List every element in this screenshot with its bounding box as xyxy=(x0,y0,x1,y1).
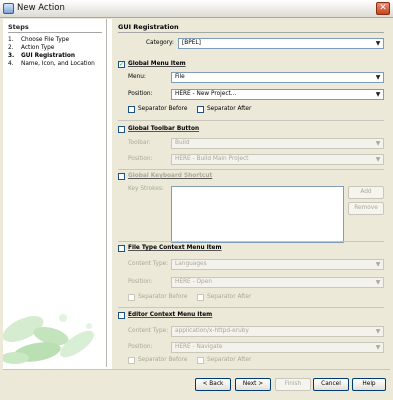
help-button[interactable]: Help xyxy=(352,378,386,391)
content-type-value: Languages xyxy=(175,261,207,267)
checkbox-box[interactable] xyxy=(128,294,135,301)
group-divider xyxy=(118,307,384,308)
editor-content-type-combo[interactable]: application/x-httpd-eruby ▼ xyxy=(171,326,384,337)
separator-after-label: Separator After xyxy=(207,357,252,363)
chevron-down-icon[interactable]: ▼ xyxy=(373,327,383,336)
checkbox-box[interactable]: ✓ xyxy=(118,61,125,68)
position-value: HERE - New Project... xyxy=(175,91,237,97)
step-number: 4. xyxy=(8,61,14,67)
editor-position-combo[interactable]: HERE - Navigate ▼ xyxy=(171,342,384,353)
app-icon xyxy=(3,3,14,14)
steps-panel: Steps 1. Choose File Type 2. Action Type 3… xyxy=(3,19,107,367)
step-item: 1. Choose File Type xyxy=(8,37,95,45)
position-label: Position: xyxy=(128,344,153,350)
steps-list: 1. Choose File Type 2. Action Type 3. GUI R… xyxy=(8,37,95,69)
checkbox-box[interactable] xyxy=(197,357,204,364)
file-type-content-type-combo[interactable]: Languages ▼ xyxy=(171,259,384,270)
step-item: 4. Name, Icon, and Location xyxy=(8,61,95,69)
separator-before-label: Separator Before xyxy=(138,106,188,112)
content-type-value: application/x-httpd-eruby xyxy=(175,328,249,334)
checkbox-box[interactable] xyxy=(128,106,135,113)
step-number: 2. xyxy=(8,45,14,51)
chevron-down-icon[interactable]: ▼ xyxy=(373,90,383,99)
remove-button[interactable]: Remove xyxy=(348,202,384,215)
step-item-current: 3. GUI Registration xyxy=(8,53,95,61)
add-button[interactable]: Add xyxy=(348,186,384,199)
group-divider xyxy=(118,169,384,170)
separator-before-label: Separator Before xyxy=(138,357,188,363)
key-strokes-field[interactable] xyxy=(171,186,344,243)
separator-after-label: Separator After xyxy=(207,106,252,112)
position-value: HERE - Open xyxy=(175,279,212,285)
file-type-context-menu-label: File Type Context Menu Item xyxy=(128,245,222,251)
separator-after-label: Separator After xyxy=(207,294,252,300)
chevron-down-icon[interactable]: ▼ xyxy=(373,260,383,269)
category-combo[interactable]: [BPEL] ▼ xyxy=(178,38,384,49)
step-label: Action Type xyxy=(21,45,55,51)
chevron-down-icon[interactable]: ▼ xyxy=(373,278,383,287)
steps-divider xyxy=(8,32,102,33)
toolbar-value: Build xyxy=(175,140,190,146)
menu-label: Menu: xyxy=(128,74,146,80)
step-number: 1. xyxy=(8,37,14,43)
global-toolbar-button-label: Global Toolbar Button xyxy=(128,126,200,132)
position-value: HERE - Navigate xyxy=(175,344,223,350)
toolbar-position-combo[interactable]: HERE - Build Main Project ▼ xyxy=(171,154,384,165)
registration-panel: GUI Registration Category: [BPEL] ▼ ✓ Gl… xyxy=(112,19,390,369)
group-divider xyxy=(118,120,384,121)
checkbox-box[interactable] xyxy=(128,357,135,364)
toolbar-position-value: HERE - Build Main Project xyxy=(175,156,249,162)
file-type-position-combo[interactable]: HERE - Open ▼ xyxy=(171,277,384,288)
position-label: Position: xyxy=(128,156,153,162)
position-combo[interactable]: HERE - New Project... ▼ xyxy=(171,89,384,100)
editor-context-menu-label: Editor Context Menu Item xyxy=(128,312,213,318)
checkbox-box[interactable] xyxy=(118,312,125,319)
category-label: Category: xyxy=(146,40,175,46)
key-strokes-label: Key Strokes: xyxy=(128,186,164,192)
checkbox-box[interactable] xyxy=(118,173,125,180)
chevron-down-icon[interactable]: ▼ xyxy=(373,343,383,352)
back-button[interactable]: < Back xyxy=(195,378,231,391)
chevron-down-icon[interactable]: ▼ xyxy=(373,73,383,82)
checkbox-box[interactable] xyxy=(118,126,125,133)
finish-button[interactable]: Finish xyxy=(275,378,311,391)
global-keyboard-shortcut-label: Global Keyboard Shortcut xyxy=(128,173,213,179)
cancel-button[interactable]: Cancel xyxy=(313,378,349,391)
steps-heading: Steps xyxy=(8,23,29,31)
toolbar-label: Toolbar: xyxy=(128,140,151,146)
step-label: GUI Registration xyxy=(21,53,76,59)
global-menu-item-label: Global Menu Item xyxy=(128,61,186,67)
position-label: Position: xyxy=(128,91,153,97)
category-value: [BPEL] xyxy=(182,40,201,46)
button-bar: < Back Next > Finish Cancel Help xyxy=(3,369,390,397)
panel-divider xyxy=(118,32,384,33)
menu-combo[interactable]: File ▼ xyxy=(171,72,384,83)
step-label: Choose File Type xyxy=(21,37,70,43)
chevron-down-icon[interactable]: ▼ xyxy=(373,39,383,48)
close-icon: ✕ xyxy=(379,3,387,13)
toolbar-combo[interactable]: Build ▼ xyxy=(171,138,384,149)
step-label: Name, Icon, and Location xyxy=(21,61,95,67)
checkbox-box[interactable] xyxy=(197,106,204,113)
wizard-body: Steps 1. Choose File Type 2. Action Type 3… xyxy=(3,19,390,393)
content-type-label: Content Type: xyxy=(128,328,169,334)
position-label: Position: xyxy=(128,279,153,285)
step-number: 3. xyxy=(8,53,15,59)
close-button[interactable]: ✕ xyxy=(376,2,390,15)
menu-value: File xyxy=(175,74,185,80)
checkbox-box[interactable] xyxy=(118,245,125,252)
next-button[interactable]: Next > xyxy=(235,378,271,391)
content-type-label: Content Type: xyxy=(128,261,169,267)
title-bar: New Action ✕ xyxy=(0,0,393,18)
checkbox-box[interactable] xyxy=(197,294,204,301)
chevron-down-icon[interactable]: ▼ xyxy=(373,155,383,164)
step-item: 2. Action Type xyxy=(8,45,95,53)
panel-heading: GUI Registration xyxy=(118,23,179,31)
window-title: New Action xyxy=(17,3,65,13)
separator-before-label: Separator Before xyxy=(138,294,188,300)
chevron-down-icon[interactable]: ▼ xyxy=(373,139,383,148)
group-divider xyxy=(118,241,384,242)
leaves-decoration xyxy=(3,314,95,364)
